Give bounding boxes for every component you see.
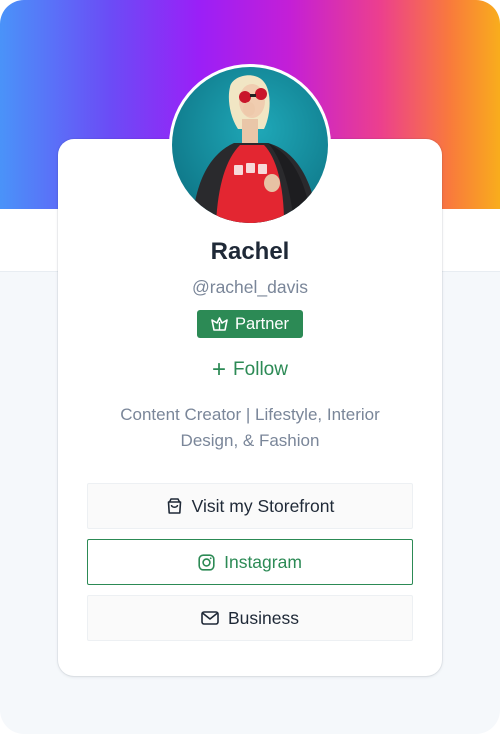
- mail-icon: [201, 611, 219, 625]
- profile-frame: Rachel @rachel_davis Partner + Follow Co…: [0, 0, 500, 734]
- shopping-bag-icon: [167, 498, 181, 514]
- partner-badge-label: Partner: [234, 314, 290, 333]
- partner-badge: Partner: [197, 310, 303, 338]
- instagram-link-label: Instagram: [224, 551, 302, 572]
- storefront-link-button[interactable]: Visit my Storefront: [87, 483, 413, 529]
- business-link-button[interactable]: Business: [87, 595, 413, 641]
- avatar: [169, 64, 331, 226]
- bio-line-1: Content Creator | Lifestyle, Interior: [120, 405, 380, 424]
- business-link-label: Business: [227, 607, 299, 628]
- bio-line-2: Design, & Fashion: [180, 431, 320, 450]
- follow-button[interactable]: + Follow: [190, 356, 310, 384]
- follow-label: Follow: [233, 359, 288, 380]
- plus-icon: +: [212, 356, 227, 383]
- instagram-link-button[interactable]: Instagram: [87, 539, 413, 585]
- profile-handle: @rachel_davis: [191, 277, 308, 297]
- partner-icon: [211, 316, 228, 331]
- instagram-icon: [198, 553, 215, 571]
- profile-name: Rachel: [210, 238, 290, 265]
- avatar-photo: [172, 67, 328, 223]
- storefront-link-label: Visit my Storefront: [191, 495, 335, 516]
- profile-bio: Content Creator | Lifestyle, Interior De…: [95, 402, 405, 454]
